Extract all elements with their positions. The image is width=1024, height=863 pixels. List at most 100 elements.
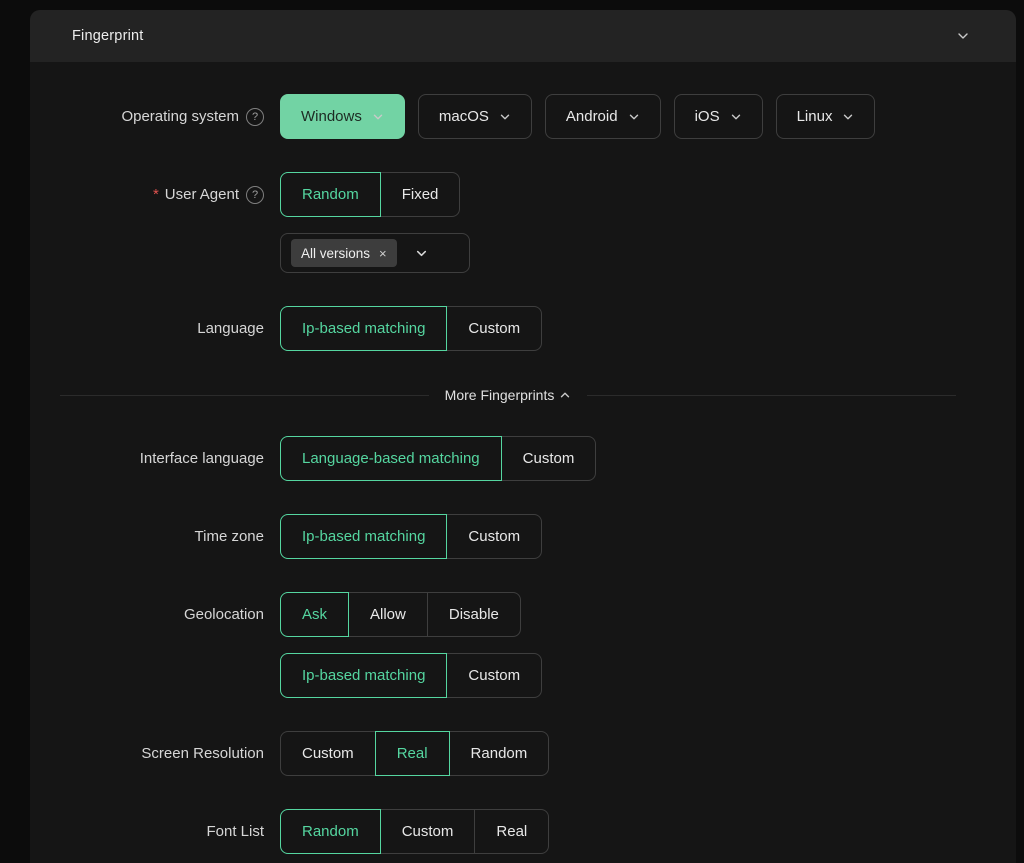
language-label: Language	[197, 320, 264, 337]
versions-tag-label: All versions	[301, 245, 371, 261]
option-label: Custom	[468, 528, 521, 545]
os-option-ios[interactable]: iOS	[673, 94, 763, 139]
font-list-option-custom[interactable]: Custom	[379, 809, 476, 854]
more-fingerprints-label: More Fingerprints	[444, 387, 555, 403]
font-list-seg-group: Random Custom Real	[280, 809, 550, 854]
row-user-agent-versions: All versions ×	[30, 233, 986, 273]
chevron-down-icon[interactable]	[956, 29, 970, 43]
interface-language-option-language-based[interactable]: Language-based matching	[280, 436, 502, 481]
option-label: Custom	[302, 745, 354, 762]
row-geolocation: Geolocation Ask Allow Disable	[30, 592, 986, 637]
operating-system-options: Windows macOS Android iOS Linux	[280, 94, 888, 139]
time-zone-label: Time zone	[194, 528, 264, 545]
font-list-option-real[interactable]: Real	[474, 809, 550, 854]
os-option-windows[interactable]: Windows	[280, 94, 405, 139]
screen-resolution-label-group: Screen Resolution	[30, 745, 264, 762]
geolocation-matching-option-ip-based[interactable]: Ip-based matching	[280, 653, 448, 698]
screen-resolution-option-random[interactable]: Random	[448, 731, 550, 776]
geolocation-mode-options: Ask Allow Disable	[280, 592, 521, 637]
option-label: Allow	[370, 606, 406, 623]
time-zone-option-ip-based[interactable]: Ip-based matching	[280, 514, 448, 559]
option-label: Custom	[401, 823, 454, 840]
help-icon[interactable]: ?	[246, 185, 264, 204]
divider-line	[60, 394, 429, 396]
user-agent-versions-controls: All versions ×	[280, 233, 470, 273]
row-interface-language: Interface language Language-based matchi…	[30, 436, 986, 481]
required-marker: *	[152, 186, 159, 203]
versions-tag: All versions ×	[291, 239, 397, 267]
option-label: Ip-based matching	[302, 528, 426, 545]
chevron-down-icon[interactable]	[415, 247, 428, 260]
option-label: Random	[302, 186, 359, 203]
screen-resolution-option-custom[interactable]: Custom	[280, 731, 376, 776]
font-list-option-random[interactable]: Random	[280, 809, 381, 854]
os-option-macos[interactable]: macOS	[417, 94, 532, 139]
option-label: Ip-based matching	[302, 320, 426, 337]
geolocation-label-group: Geolocation	[30, 606, 264, 623]
user-agent-seg-group: Random Fixed	[280, 172, 461, 217]
remove-tag-icon[interactable]: ×	[379, 247, 387, 260]
os-option-label: iOS	[694, 108, 720, 125]
time-zone-option-custom[interactable]: Custom	[446, 514, 543, 559]
more-fingerprints-toggle[interactable]: More Fingerprints	[445, 387, 572, 403]
row-screen-resolution: Screen Resolution Custom Real Random	[30, 731, 986, 776]
chevron-up-icon	[559, 389, 571, 401]
row-geolocation-matching: Ip-based matching Custom	[30, 653, 986, 698]
option-label: Random	[470, 745, 528, 762]
font-list-options: Random Custom Real	[280, 809, 550, 854]
option-label: Disable	[448, 606, 499, 623]
option-label: Custom	[522, 450, 575, 467]
option-label: Custom	[468, 667, 521, 684]
chevron-down-icon	[372, 111, 384, 123]
fingerprint-body: Operating system ? Windows macOS Android…	[30, 62, 1016, 863]
geolocation-matching-options: Ip-based matching Custom	[280, 653, 543, 698]
option-label: Random	[302, 823, 359, 840]
interface-language-option-custom[interactable]: Custom	[500, 436, 597, 481]
os-option-linux[interactable]: Linux	[775, 94, 876, 139]
geolocation-matching-seg-group: Ip-based matching Custom	[280, 653, 543, 698]
divider-line	[587, 394, 957, 396]
user-agent-label-group: * User Agent ?	[30, 185, 264, 204]
option-label: Real	[396, 745, 428, 762]
language-options: Ip-based matching Custom	[280, 306, 543, 351]
versions-select[interactable]: All versions ×	[280, 233, 470, 273]
option-label: Ask	[302, 606, 328, 623]
user-agent-label: User Agent	[164, 186, 239, 203]
chevron-down-icon	[499, 111, 511, 123]
option-label: Custom	[468, 320, 521, 337]
os-option-label: Linux	[796, 108, 833, 125]
language-option-custom[interactable]: Custom	[446, 306, 543, 351]
user-agent-option-random[interactable]: Random	[280, 172, 381, 217]
font-list-label-group: Font List	[30, 823, 264, 840]
language-option-ip-based[interactable]: Ip-based matching	[280, 306, 448, 351]
interface-language-seg-group: Language-based matching Custom	[280, 436, 597, 481]
user-agent-options: Random Fixed	[280, 172, 461, 217]
language-label-group: Language	[30, 320, 264, 337]
more-fingerprints-divider: More Fingerprints	[60, 387, 957, 403]
help-icon[interactable]: ?	[246, 107, 264, 126]
time-zone-seg-group: Ip-based matching Custom	[280, 514, 543, 559]
os-option-label: Android	[565, 108, 618, 125]
geolocation-option-allow[interactable]: Allow	[348, 592, 428, 637]
os-option-label: macOS	[438, 108, 489, 125]
geolocation-matching-option-custom[interactable]: Custom	[446, 653, 543, 698]
time-zone-options: Ip-based matching Custom	[280, 514, 543, 559]
operating-system-label: Operating system	[121, 108, 239, 125]
geolocation-option-ask[interactable]: Ask	[280, 592, 350, 637]
row-operating-system: Operating system ? Windows macOS Android…	[30, 94, 986, 139]
geolocation-label: Geolocation	[183, 606, 264, 623]
user-agent-option-fixed[interactable]: Fixed	[379, 172, 461, 217]
fingerprint-section-header[interactable]: Fingerprint	[30, 10, 1016, 62]
page-background: Fingerprint Operating system ? Windows m…	[0, 0, 1024, 863]
screen-resolution-label: Screen Resolution	[141, 745, 264, 762]
font-list-label: Font List	[206, 823, 264, 840]
os-option-android[interactable]: Android	[544, 94, 661, 139]
operating-system-label-group: Operating system ?	[30, 107, 264, 126]
geolocation-option-disable[interactable]: Disable	[426, 592, 521, 637]
row-language: Language Ip-based matching Custom	[30, 306, 986, 351]
interface-language-options: Language-based matching Custom	[280, 436, 597, 481]
option-label: Fixed	[401, 186, 439, 203]
screen-resolution-option-real[interactable]: Real	[374, 731, 450, 776]
interface-language-label-group: Interface language	[30, 450, 264, 467]
screen-resolution-options: Custom Real Random	[280, 731, 550, 776]
